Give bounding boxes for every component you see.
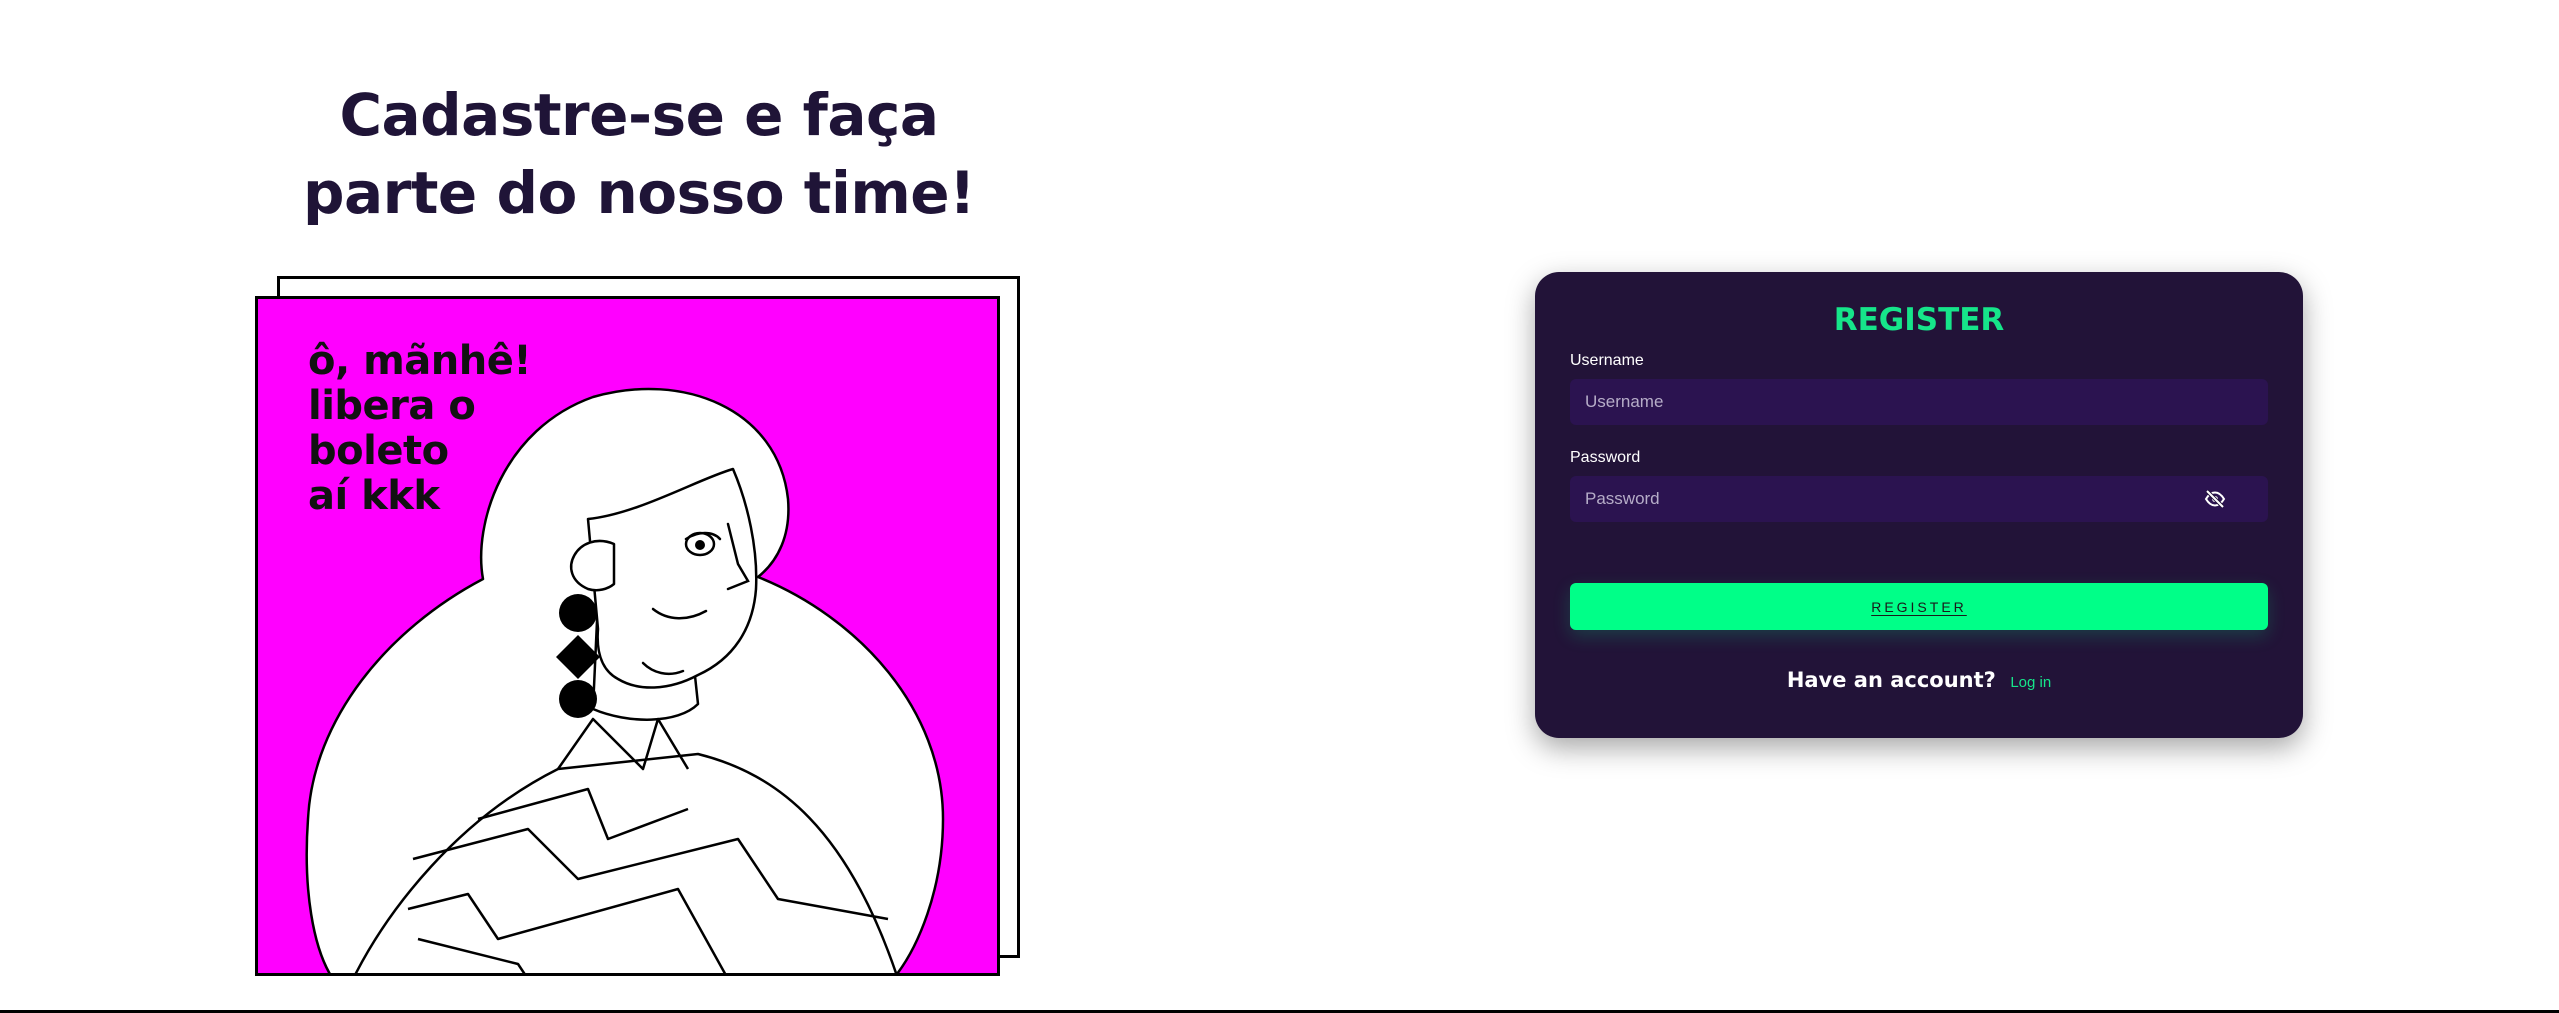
login-prompt: Have an account? Log in bbox=[1535, 668, 2303, 692]
password-input[interactable] bbox=[1570, 476, 2268, 522]
illustration-card: ô, mãnhê! libera o boleto aí kkk bbox=[255, 296, 1000, 976]
quote-line-3: boleto bbox=[308, 428, 449, 474]
username-field-container bbox=[1570, 379, 2268, 425]
login-link[interactable]: Log in bbox=[2010, 674, 2051, 691]
password-field-container bbox=[1570, 476, 2268, 522]
register-title: REGISTER bbox=[1833, 302, 2005, 338]
have-account-text: Have an account? bbox=[1786, 668, 1996, 692]
page-headline: Cadastre-se e faça parte do nosso time! bbox=[238, 76, 1040, 232]
quote-line-2: libera o bbox=[308, 383, 476, 429]
quote-line-1: ô, mãnhê! bbox=[308, 338, 532, 384]
username-label: Username bbox=[1570, 352, 1644, 369]
illustration-quote: ô, mãnhê! libera o boleto aí kkk bbox=[308, 338, 532, 519]
quote-line-4: aí kkk bbox=[308, 473, 440, 519]
username-input[interactable] bbox=[1570, 379, 2268, 425]
headline-line-2: parte do nosso time! bbox=[302, 159, 976, 227]
password-label: Password bbox=[1570, 449, 1641, 466]
register-button[interactable]: REGISTER bbox=[1570, 583, 2268, 630]
eye-slash-icon[interactable] bbox=[2204, 489, 2226, 509]
headline-line-1: Cadastre-se e faça bbox=[339, 81, 939, 149]
register-card: REGISTER Username Password REGISTER Have… bbox=[1535, 272, 2303, 738]
